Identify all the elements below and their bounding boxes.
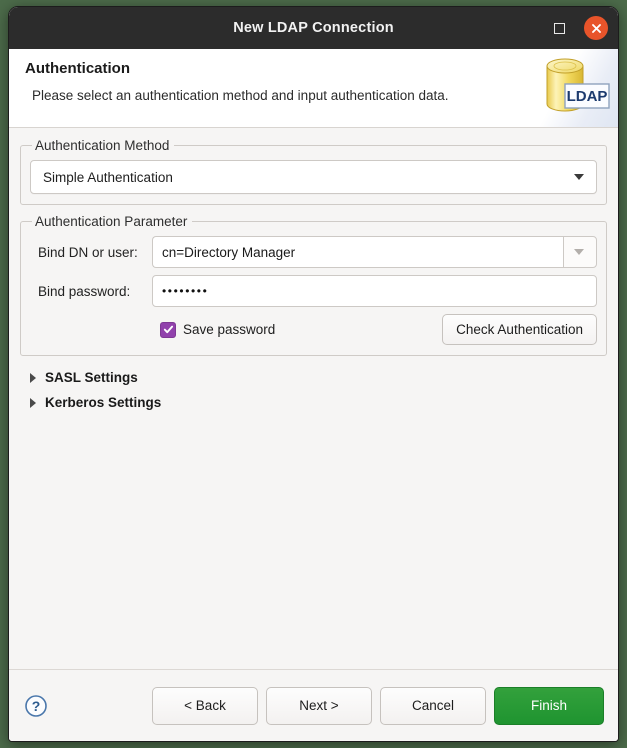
checkmark-icon [160, 321, 176, 338]
back-button[interactable]: < Back [152, 686, 258, 725]
maximize-glyph [553, 22, 565, 34]
finish-button[interactable]: Finish [494, 686, 604, 725]
svg-text:?: ? [32, 698, 41, 714]
bind-dn-input[interactable]: cn=Directory Manager [152, 236, 563, 268]
authentication-method-group-label: Authentication Method [35, 138, 170, 153]
bind-password-wrap: •••••••• [152, 275, 597, 307]
titlebar[interactable]: New LDAP Connection [9, 7, 618, 49]
header-banner-image: LDAP [523, 49, 618, 127]
bind-password-label: Bind password: [38, 283, 131, 299]
triangle-right-icon [30, 372, 36, 383]
help-circle-icon[interactable]: ? [23, 693, 49, 719]
bind-password-row: Bind password: •••••••• [30, 275, 597, 307]
maximize-icon[interactable] [548, 17, 570, 39]
window-controls [548, 7, 608, 49]
check-authentication-wrap: Check Authentication [442, 314, 597, 345]
bind-password-input[interactable]: •••••••• [152, 275, 597, 307]
bind-dn-row: Bind DN or user: cn=Directory Manager [30, 236, 597, 268]
sasl-settings-label: SASL Settings [45, 370, 138, 385]
ldap-database-icon: LDAP [546, 58, 610, 112]
save-password-row: Save password Check Authentication [30, 314, 597, 345]
svg-text:LDAP: LDAP [567, 88, 608, 105]
chevron-down-icon [574, 249, 584, 255]
authentication-method-select[interactable]: Simple Authentication [30, 160, 597, 194]
cancel-button[interactable]: Cancel [380, 686, 486, 725]
check-authentication-button[interactable]: Check Authentication [442, 314, 597, 345]
page-title: Authentication [25, 60, 130, 77]
window-title: New LDAP Connection [233, 20, 394, 36]
dialog-body: Authentication Method Simple Authenticat… [9, 128, 618, 669]
bind-dn-combo: cn=Directory Manager [152, 236, 597, 268]
close-icon[interactable] [584, 16, 608, 40]
bind-password-value: •••••••• [162, 284, 209, 298]
kerberos-settings-expander[interactable]: Kerberos Settings [20, 390, 607, 415]
desktop-background: New LDAP Connection Authentication Pleas… [0, 0, 627, 748]
authentication-method-value: Simple Authentication [43, 169, 173, 185]
page-description: Please select an authentication method a… [32, 88, 449, 103]
next-button[interactable]: Next > [266, 686, 372, 725]
triangle-right-icon [30, 397, 36, 408]
bind-dn-label: Bind DN or user: [38, 244, 138, 260]
sasl-settings-expander[interactable]: SASL Settings [20, 365, 607, 390]
save-password-label: Save password [183, 322, 276, 337]
authentication-parameter-group-label: Authentication Parameter [35, 214, 188, 229]
authentication-method-group: Authentication Method Simple Authenticat… [20, 138, 607, 205]
kerberos-settings-label: Kerberos Settings [45, 395, 162, 410]
bind-dn-dropdown-button[interactable] [563, 236, 597, 268]
dialog-footer: ? < Back Next > Cancel Finish [9, 669, 618, 741]
wizard-buttons: < Back Next > Cancel Finish [152, 686, 604, 725]
wizard-header: Authentication Please select an authenti… [9, 49, 618, 128]
new-ldap-connection-dialog: New LDAP Connection Authentication Pleas… [8, 6, 619, 742]
chevron-down-icon [574, 174, 584, 180]
save-password-checkbox[interactable]: Save password [160, 321, 276, 338]
authentication-parameter-group: Authentication Parameter Bind DN or user… [20, 214, 607, 356]
